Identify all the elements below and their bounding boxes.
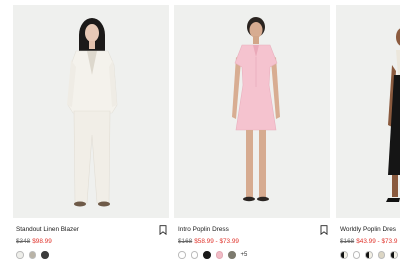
product-image[interactable]: [336, 5, 400, 218]
color-swatch[interactable]: [377, 251, 385, 259]
product-name[interactable]: Worldly Poplin Dres: [340, 226, 396, 233]
model-dress-illustration: [232, 17, 280, 202]
bookmark-icon[interactable]: [159, 225, 167, 235]
color-swatch[interactable]: [215, 251, 223, 259]
color-swatches: [16, 251, 49, 259]
color-swatches: [340, 251, 398, 259]
product-image[interactable]: [174, 5, 330, 218]
color-swatch[interactable]: [352, 251, 360, 259]
sale-price: $43.99 - $73.9: [356, 238, 398, 245]
model-blazer-illustration: [67, 18, 118, 207]
original-price: $348: [16, 238, 31, 245]
bookmark-icon[interactable]: [320, 225, 328, 235]
color-swatches: +5: [178, 251, 247, 259]
color-swatch[interactable]: [178, 251, 186, 259]
color-swatch[interactable]: [228, 251, 236, 259]
product-price: $168 $58.99 - $73.99: [178, 238, 239, 245]
color-swatch[interactable]: [41, 251, 49, 259]
product-name[interactable]: Standout Linen Blazer: [16, 226, 79, 233]
color-swatch[interactable]: [340, 251, 348, 259]
color-swatch[interactable]: [190, 251, 198, 259]
product-name[interactable]: Intro Poplin Dress: [178, 226, 229, 233]
product-image[interactable]: [13, 5, 169, 218]
original-price: $168: [178, 238, 193, 245]
color-swatch[interactable]: [16, 251, 24, 259]
product-price: $348 $98.99: [16, 238, 52, 245]
color-swatch[interactable]: [28, 251, 36, 259]
model-black-dress-illustration: [386, 28, 400, 202]
more-colors-count[interactable]: +5: [241, 252, 248, 258]
sale-price: $98.99: [32, 238, 52, 245]
original-price: $168: [340, 238, 355, 245]
color-swatch[interactable]: [203, 251, 211, 259]
sale-price: $58.99 - $73.99: [194, 238, 239, 245]
color-swatch[interactable]: [365, 251, 373, 259]
product-price: $168 $43.99 - $73.9: [340, 238, 397, 245]
color-swatch[interactable]: [390, 251, 398, 259]
